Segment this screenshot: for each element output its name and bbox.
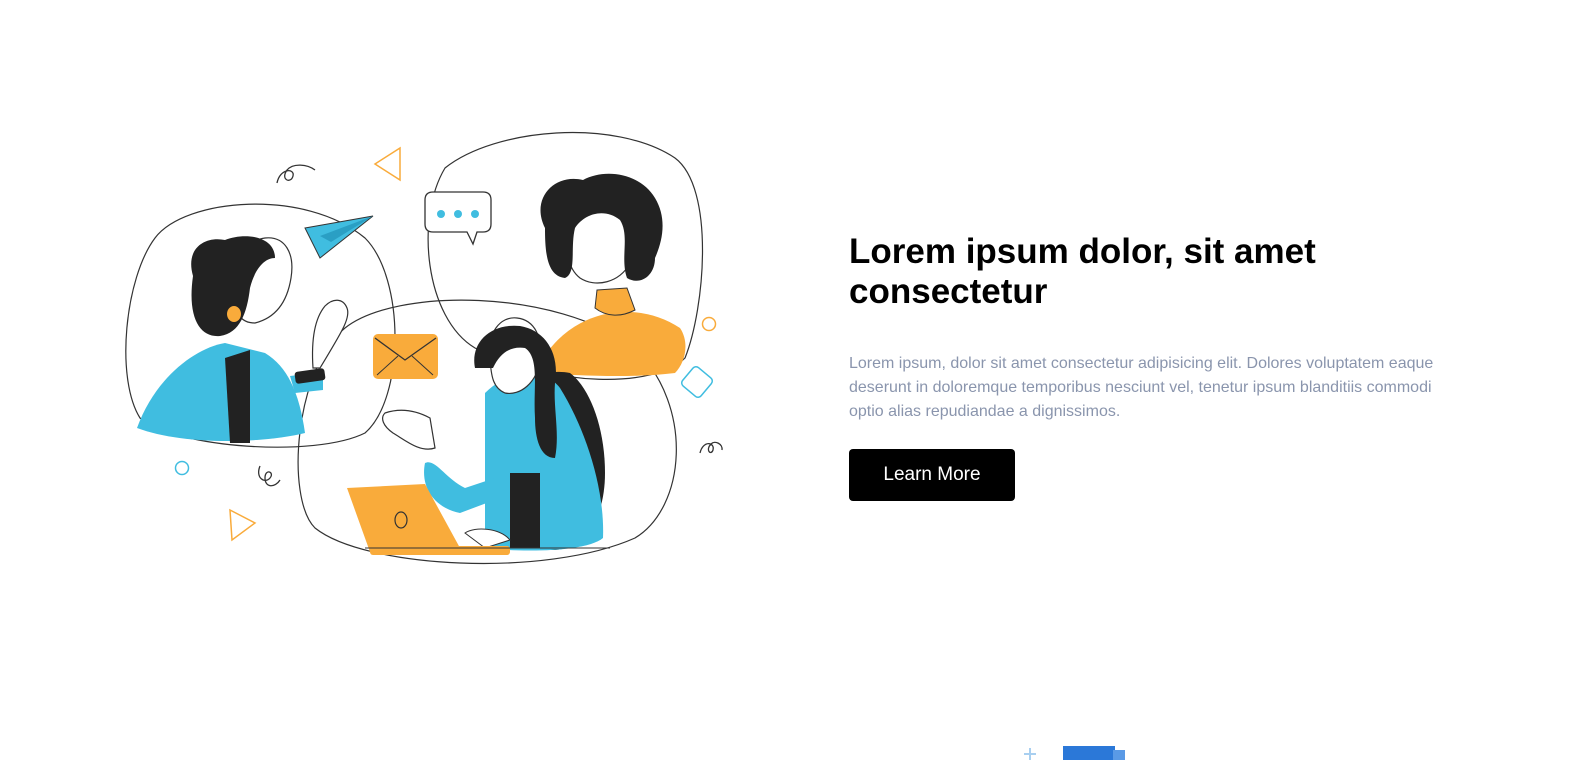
hero-section: Lorem ipsum dolor, sit amet consectetur … [0,0,1575,700]
hero-description: Lorem ipsum, dolor sit amet consectetur … [849,355,1434,420]
squiggle-right-icon [699,441,723,454]
triangle-bottom-icon [229,508,257,542]
people-chat-illustration [115,128,735,578]
squiggle-left-icon [258,465,281,487]
blue-card-shape [1063,746,1115,760]
hero-content: Lorem ipsum dolor, sit amet consectetur … [849,232,1449,501]
left-woman-figure [137,236,349,443]
diamond-icon [680,365,714,399]
triangle-top-icon [373,146,401,182]
circle-left-icon [174,460,190,476]
squiggle-top-icon [276,164,316,184]
circle-right-icon [701,316,717,332]
top-right-woman-figure [535,173,686,377]
hero-headline: Lorem ipsum dolor, sit amet consectetur [849,232,1316,311]
envelope-icon [373,334,438,379]
next-section-graphic-peek [1010,740,1140,760]
learn-more-button[interactable]: Learn More [849,449,1015,501]
plus-sparkle-icon [1024,748,1036,760]
